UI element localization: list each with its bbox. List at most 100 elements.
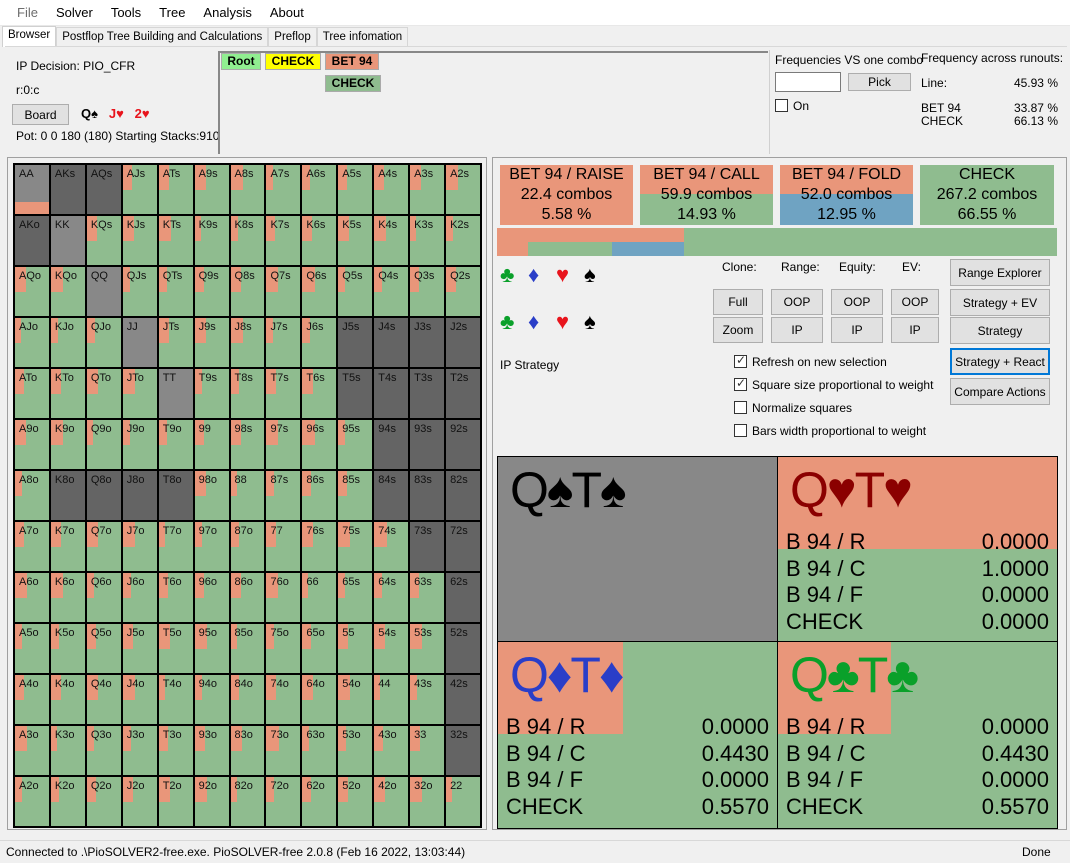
hand-cell[interactable]: KTo — [50, 369, 87, 420]
diamond-filter-icon-top[interactable]: ♦ — [528, 262, 539, 288]
combo-box-qc-tc[interactable]: Q♣T♣ B 94 / R 0.0000 B 94 / C 0.4430 B 94 … — [777, 641, 1058, 829]
hand-cell[interactable]: T4o — [158, 675, 195, 726]
hand-cell[interactable]: Q8o — [86, 471, 123, 522]
hand-cell[interactable]: 64o — [302, 675, 339, 726]
hand-cell[interactable]: 75o — [266, 624, 303, 675]
hand-cell[interactable]: 63s — [410, 573, 447, 624]
diamond-filter-icon-bottom[interactable]: ♦ — [528, 309, 539, 335]
hand-cell[interactable]: 96s — [302, 420, 339, 471]
tree-node-root[interactable]: Root — [221, 53, 261, 70]
hand-cell[interactable]: 32s — [446, 726, 482, 777]
on-checkbox[interactable] — [775, 99, 788, 112]
hand-cell[interactable]: K3s — [410, 216, 447, 267]
hand-cell[interactable]: Q6o — [86, 573, 123, 624]
hand-cell[interactable]: Q5o — [86, 624, 123, 675]
hand-cell[interactable]: Q9o — [86, 420, 123, 471]
hand-cell[interactable]: Q3s — [410, 267, 447, 318]
hand-cell[interactable]: 84o — [230, 675, 267, 726]
hand-cell[interactable]: J4s — [374, 318, 411, 369]
hand-cell[interactable]: ATo — [15, 369, 51, 420]
hand-cell[interactable]: A3o — [15, 726, 51, 777]
hand-cell[interactable]: 97s — [266, 420, 303, 471]
spade-filter-icon-bottom[interactable]: ♠ — [584, 309, 596, 335]
hand-cell[interactable]: JTo — [122, 369, 159, 420]
hand-cell[interactable]: 92s — [446, 420, 482, 471]
hand-cell[interactable]: 95s — [338, 420, 375, 471]
hand-cell[interactable]: Q9s — [194, 267, 231, 318]
hand-cell[interactable]: K9o — [50, 420, 87, 471]
hand-cell[interactable]: J3o — [122, 726, 159, 777]
hand-cell[interactable]: Q6s — [302, 267, 339, 318]
hand-cell[interactable]: KJo — [50, 318, 87, 369]
range-oop-button[interactable]: OOP — [771, 289, 823, 315]
hand-cell[interactable]: 99 — [194, 420, 231, 471]
hand-cell[interactable]: J6s — [302, 318, 339, 369]
hand-cell[interactable]: AQo — [15, 267, 51, 318]
hand-cell[interactable]: Q8s — [230, 267, 267, 318]
tree-node-check[interactable]: CHECK — [265, 53, 321, 70]
board-button[interactable]: Board — [12, 104, 69, 125]
hand-cell[interactable]: A5s — [338, 165, 375, 216]
ev-oop-button[interactable]: OOP — [891, 289, 939, 315]
hand-cell[interactable]: J7s — [266, 318, 303, 369]
hand-cell[interactable]: 82o — [230, 777, 267, 828]
menu-tools[interactable]: Tools — [102, 5, 150, 20]
hand-cell[interactable]: 73o — [266, 726, 303, 777]
hand-cell[interactable]: 74s — [374, 522, 411, 573]
hand-cell[interactable]: K7s — [266, 216, 303, 267]
hand-cell[interactable]: Q4o — [86, 675, 123, 726]
hand-cell[interactable]: T9o — [158, 420, 195, 471]
hand-cell[interactable]: AKs — [50, 165, 87, 216]
hand-cell[interactable]: T8o — [158, 471, 195, 522]
hand-cell[interactable]: JJ — [122, 318, 159, 369]
hand-cell[interactable]: 87s — [266, 471, 303, 522]
hand-cell[interactable]: 62o — [302, 777, 339, 828]
compare-actions-button[interactable]: Compare Actions — [950, 378, 1050, 405]
hand-cell[interactable]: 32o — [410, 777, 447, 828]
hand-cell[interactable]: K4s — [374, 216, 411, 267]
hand-cell[interactable]: TT — [158, 369, 195, 420]
hand-cell[interactable]: KQo — [50, 267, 87, 318]
hand-cell[interactable]: QQ — [86, 267, 123, 318]
hand-cell[interactable]: J4o — [122, 675, 159, 726]
hand-cell[interactable]: 93s — [410, 420, 447, 471]
tab-tree-information[interactable]: Tree infomation — [316, 27, 409, 46]
combo-box-qs-ts[interactable]: Q♠T♠ — [497, 456, 778, 642]
hand-cell[interactable]: Q2s — [446, 267, 482, 318]
ev-ip-button[interactable]: IP — [891, 317, 939, 343]
hand-cell[interactable]: 86o — [230, 573, 267, 624]
menu-analysis[interactable]: Analysis — [194, 5, 260, 20]
hand-cell[interactable]: T2s — [446, 369, 482, 420]
hand-cell[interactable]: KQs — [86, 216, 123, 267]
hand-cell[interactable]: A8s — [230, 165, 267, 216]
tab-postflop-tree[interactable]: Postflop Tree Building and Calculations — [56, 27, 269, 46]
hand-cell[interactable]: 82s — [446, 471, 482, 522]
pick-button[interactable]: Pick — [848, 73, 911, 91]
hand-cell[interactable]: 55 — [338, 624, 375, 675]
hand-cell[interactable]: 94s — [374, 420, 411, 471]
hand-cell[interactable]: 54o — [338, 675, 375, 726]
equity-ip-button[interactable]: IP — [831, 317, 883, 343]
hand-cell[interactable]: Q3o — [86, 726, 123, 777]
hand-cell[interactable]: K6o — [50, 573, 87, 624]
hand-cell[interactable]: K8o — [50, 471, 87, 522]
hand-cell[interactable]: 93o — [194, 726, 231, 777]
hand-cell[interactable]: AA — [15, 165, 51, 216]
combo-box-qh-th[interactable]: Q♥T♥ B 94 / R 0.0000 B 94 / C 1.0000 B 94 … — [777, 456, 1058, 642]
club-filter-icon-top[interactable]: ♣ — [500, 262, 514, 288]
hand-cell[interactable]: 43o — [374, 726, 411, 777]
hand-cell[interactable]: 92o — [194, 777, 231, 828]
hand-cell[interactable]: K4o — [50, 675, 87, 726]
hand-cell[interactable]: J7o — [122, 522, 159, 573]
hand-cell[interactable]: 54s — [374, 624, 411, 675]
hand-cell[interactable]: K5s — [338, 216, 375, 267]
strategy-react-button[interactable]: Strategy + React — [950, 348, 1050, 375]
hand-cell[interactable]: QTs — [158, 267, 195, 318]
hand-cell[interactable]: J5s — [338, 318, 375, 369]
hand-cell[interactable]: 83s — [410, 471, 447, 522]
hand-cell[interactable]: 66 — [302, 573, 339, 624]
hand-cell[interactable]: 97o — [194, 522, 231, 573]
hand-cell[interactable]: J8o — [122, 471, 159, 522]
hand-cell[interactable]: KK — [50, 216, 87, 267]
hand-cell[interactable]: QJo — [86, 318, 123, 369]
